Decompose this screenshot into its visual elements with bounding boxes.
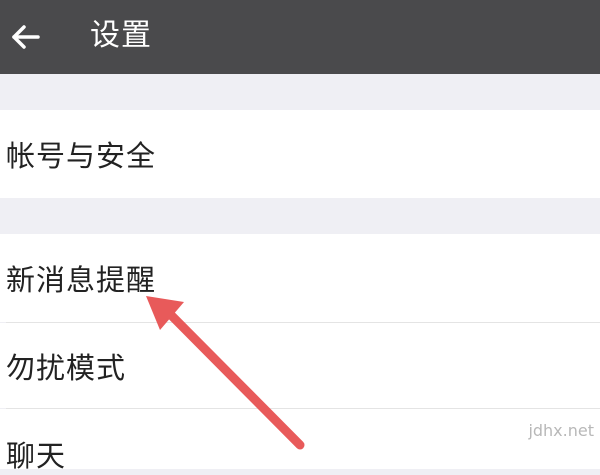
settings-item-do-not-disturb[interactable]: 勿扰模式	[0, 323, 600, 408]
settings-item-label: 聊天	[6, 439, 67, 473]
section-gap	[0, 198, 600, 234]
top-app-bar: 设置	[0, 0, 600, 74]
settings-item-account-security[interactable]: 帐号与安全	[0, 110, 600, 198]
arrow-left-icon	[12, 25, 40, 49]
settings-item-label: 帐号与安全	[6, 139, 157, 173]
section-gap	[0, 74, 600, 110]
settings-item-label: 勿扰模式	[6, 350, 127, 385]
page-title: 设置	[90, 18, 152, 53]
watermark: jdhx.net	[528, 421, 594, 440]
settings-item-label: 新消息提醒	[6, 263, 157, 297]
back-button[interactable]	[0, 0, 52, 74]
settings-item-new-message-notification[interactable]: 新消息提醒	[0, 234, 600, 322]
settings-item-chat[interactable]: 聊天	[0, 409, 600, 473]
